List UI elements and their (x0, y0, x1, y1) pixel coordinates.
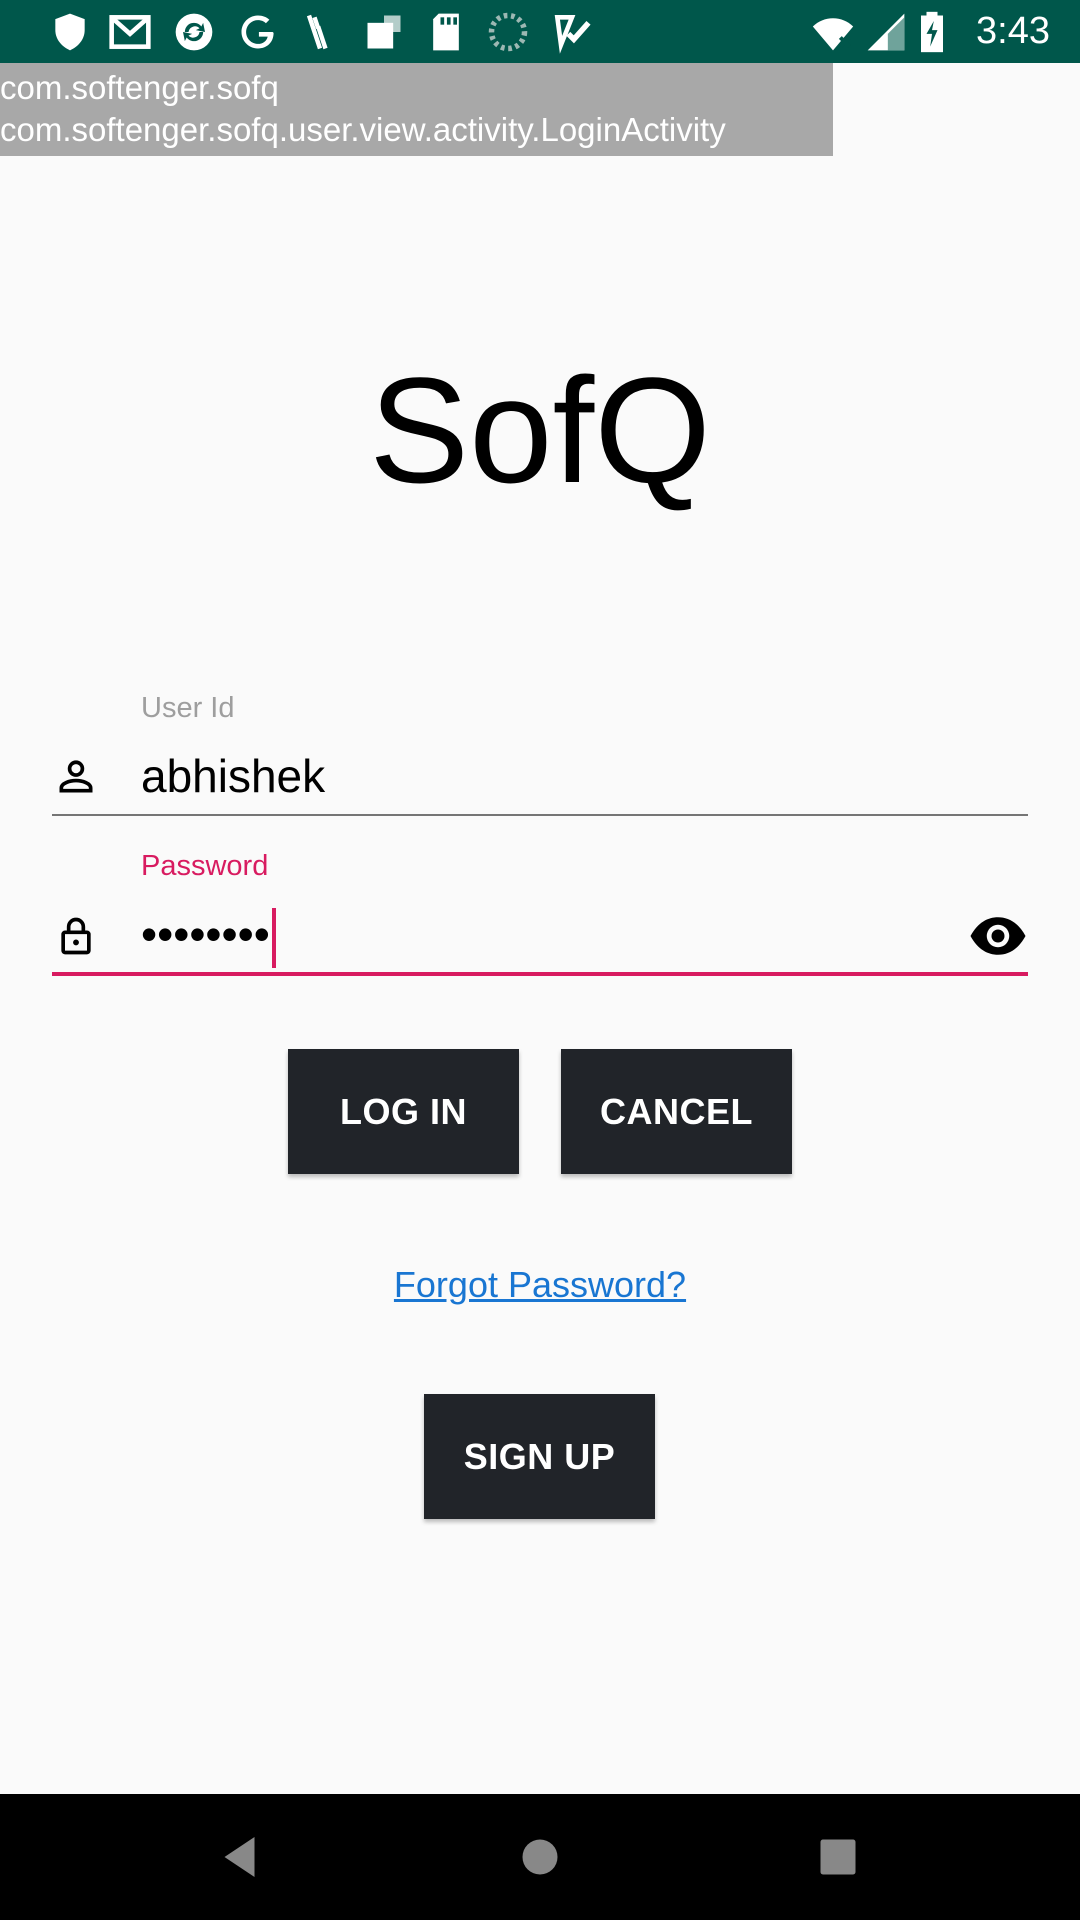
lock-icon (54, 914, 98, 958)
text-cursor (271, 907, 276, 968)
person-icon (54, 754, 98, 798)
shield-icon (48, 10, 92, 54)
gmail-icon (108, 10, 152, 54)
forgot-password-link[interactable]: Forgot Password? (0, 1262, 1080, 1308)
password-field[interactable]: Password •••••••• (52, 848, 1028, 978)
back-icon[interactable] (212, 1827, 272, 1887)
eye-icon[interactable] (968, 906, 1028, 966)
debug-package-name: com.softenger.sofq (0, 69, 279, 106)
app-title: SofQ (369, 346, 711, 514)
pen-icon (298, 10, 342, 54)
user-id-input[interactable]: abhishek (141, 748, 325, 804)
sync-icon (172, 10, 216, 54)
square-icon (362, 10, 406, 54)
battery-charging-icon (912, 10, 952, 54)
password-underline (52, 972, 1028, 976)
login-button[interactable]: LOG IN (288, 1049, 519, 1174)
recents-icon[interactable] (808, 1827, 868, 1887)
navigation-bar (0, 1794, 1080, 1920)
password-input[interactable]: •••••••• (141, 906, 276, 968)
debug-activity-name: com.softenger.sofq.user.view.activity.Lo… (0, 111, 726, 148)
cellular-signal-icon (864, 10, 908, 54)
signup-button[interactable]: SIGN UP (424, 1394, 655, 1519)
wifi-icon (808, 10, 858, 54)
user-id-field[interactable]: User Id abhishek (52, 690, 1028, 818)
sd-card-icon (424, 10, 468, 54)
user-id-label: User Id (141, 692, 235, 724)
status-bar: 3:43 (0, 0, 1080, 63)
status-time: 3:43 (976, 10, 1050, 52)
password-masked-value: •••••••• (141, 908, 270, 960)
password-label: Password (141, 850, 269, 882)
debug-activity-overlay: com.softenger.sofq com.softenger.sofq.us… (0, 63, 833, 156)
google-icon (236, 10, 280, 54)
cancel-button[interactable]: CANCEL (561, 1049, 792, 1174)
user-id-underline (52, 814, 1028, 816)
home-icon[interactable] (510, 1827, 570, 1887)
checkmark-app-icon (550, 10, 594, 54)
loading-icon (486, 10, 530, 54)
